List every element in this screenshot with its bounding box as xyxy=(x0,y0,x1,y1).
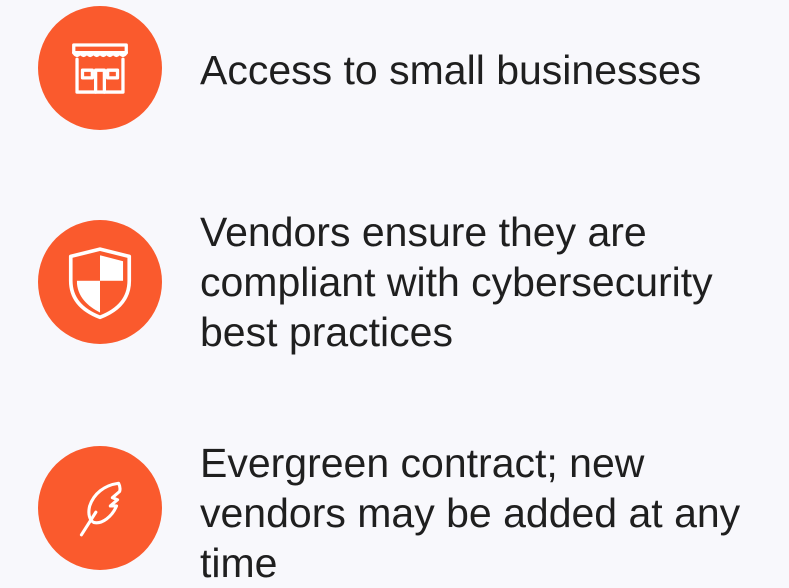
storefront-icon-badge xyxy=(38,6,162,130)
feather-icon xyxy=(79,481,122,537)
shield-icon-badge xyxy=(38,220,162,344)
storefront-icon xyxy=(72,43,128,94)
feature-text: Access to small businesses xyxy=(200,47,702,93)
feature-evergreen-contract: Evergreen contract; new vendors may be a… xyxy=(0,430,789,586)
feature-text: Evergreen contract; new vendors may be a… xyxy=(200,440,741,586)
feature-cybersecurity: Vendors ensure they are compliant with c… xyxy=(0,190,789,370)
shield-icon xyxy=(68,247,132,320)
feature-small-businesses: Access to small businesses xyxy=(0,0,789,140)
page: { "features": [ { "icon": "storefront-ic… xyxy=(0,0,789,586)
feather-icon-badge xyxy=(38,446,162,570)
feature-text: Vendors ensure they are compliant with c… xyxy=(200,209,713,355)
